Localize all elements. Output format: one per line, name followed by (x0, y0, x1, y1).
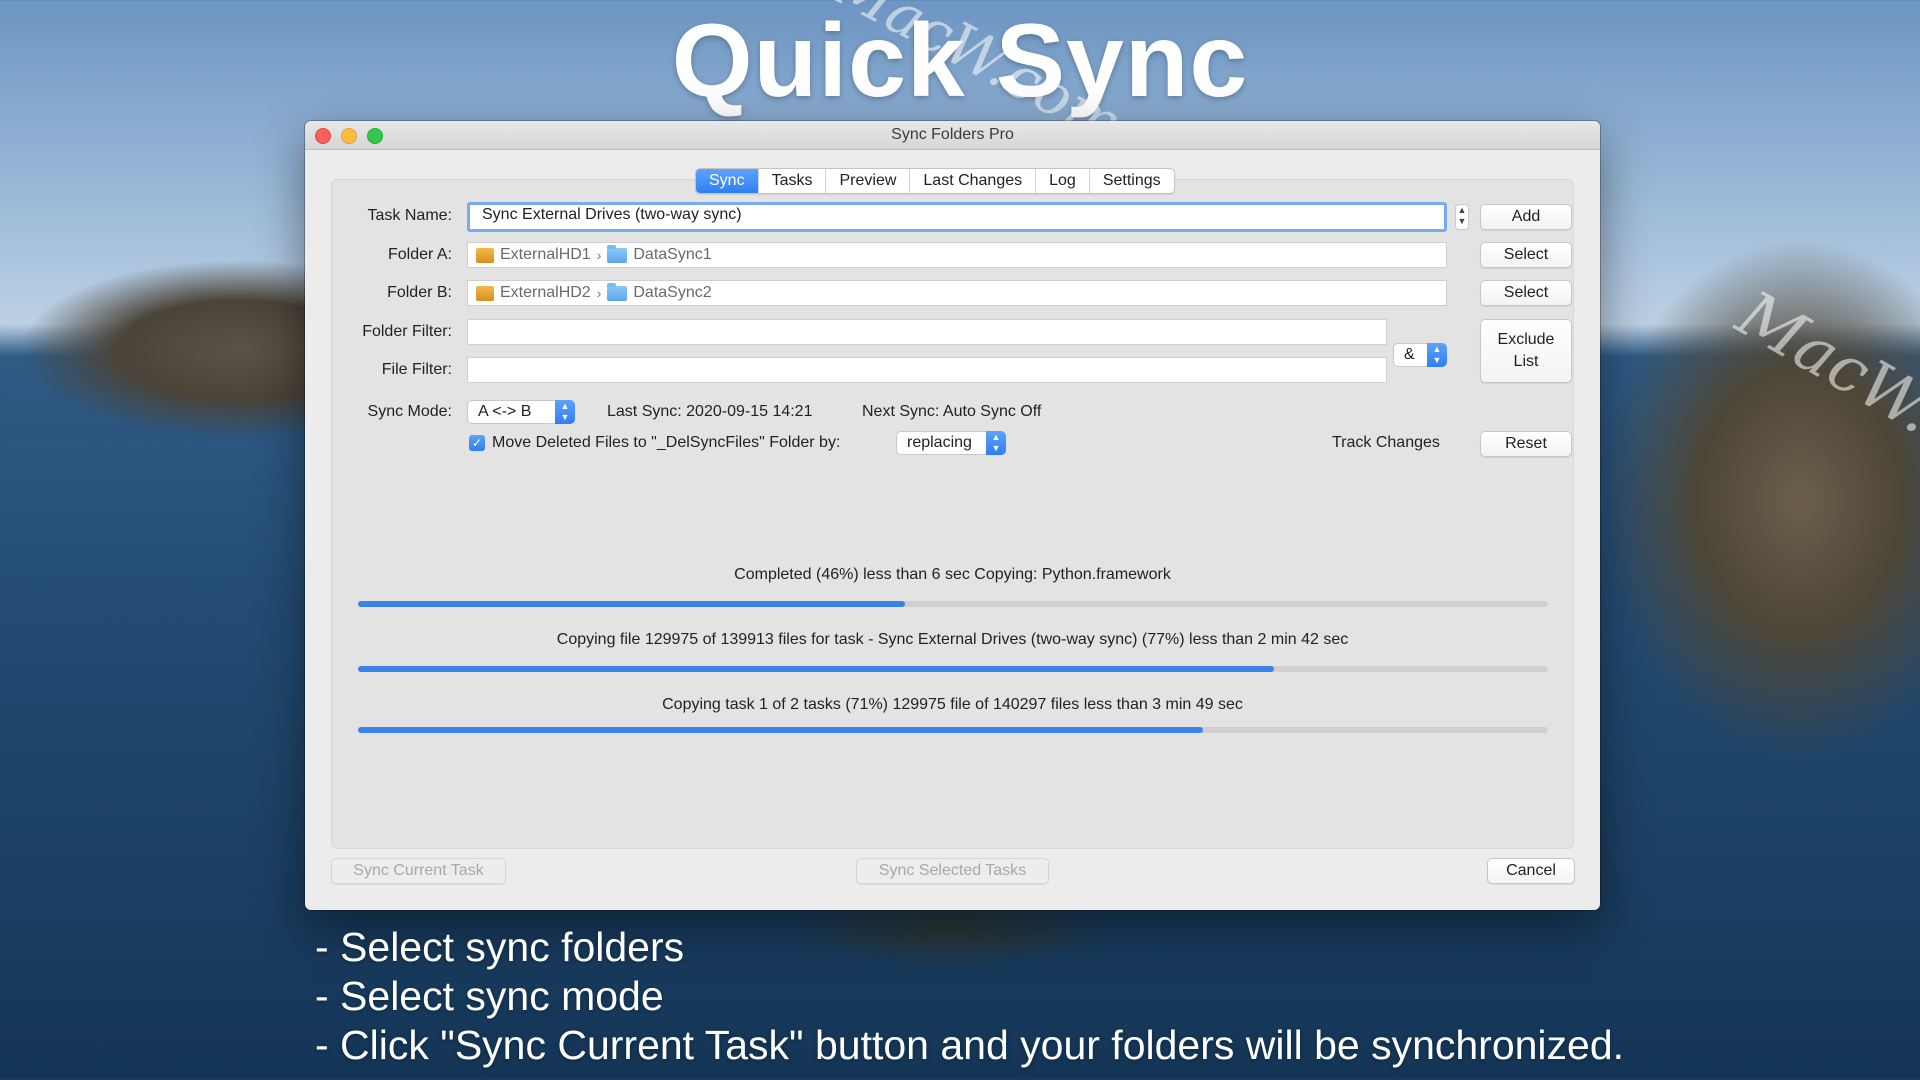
exclude-list-line2: List (1513, 353, 1539, 370)
move-deleted-label: Move Deleted Files to "_DelSyncFiles" Fo… (492, 434, 841, 451)
folder-icon (607, 244, 628, 263)
sync-mode-label: Sync Mode: (367, 403, 452, 420)
select-folder-a-button[interactable]: Select (1480, 242, 1572, 268)
task-name-value: Sync External Drives (two-way sync) (482, 206, 742, 223)
caption-line: - Select sync mode (315, 973, 664, 1019)
folder-b-folder: DataSync2 (633, 284, 712, 301)
progress-fill (358, 727, 1203, 733)
select-folder-b-button[interactable]: Select (1480, 280, 1572, 306)
reset-button[interactable]: Reset (1480, 431, 1572, 457)
title-bar[interactable]: Sync Folders Pro (305, 121, 1600, 150)
app-window: Sync Folders Pro Task Name: Sync Externa… (305, 121, 1600, 910)
folder-filter-input[interactable] (467, 319, 1387, 345)
filter-operator-select[interactable]: & ▲ ▼ (1393, 343, 1447, 367)
watermark: MacW.com (1724, 277, 1920, 517)
exclude-list-line1: Exclude (1497, 331, 1555, 348)
filter-operator-value: & (1404, 346, 1415, 363)
folder-a-folder: DataSync1 (633, 246, 712, 263)
folder-b-drive: ExternalHD2 (500, 284, 591, 301)
folder-a-drive: ExternalHD1 (500, 246, 591, 263)
tab-bar: Sync Tasks Preview Last Changes Log Settings (695, 168, 1175, 194)
progress-fill (358, 666, 1275, 672)
move-deleted-mode-value: replacing (907, 434, 972, 451)
task-name-label: Task Name: (367, 207, 452, 224)
folder-b-path[interactable]: ExternalHD2 › DataSync2 (467, 280, 1447, 306)
chevron-updown-icon: ▲ ▼ (986, 431, 1006, 455)
progress-bar (358, 666, 1548, 672)
progress-bar (358, 727, 1548, 733)
promo-title: Quick Sync (671, 3, 1249, 119)
caption-line: - Select sync folders (315, 924, 685, 970)
tab-sync[interactable]: Sync (696, 169, 759, 193)
progress-fill (358, 601, 906, 607)
progress-label: Completed (46%) less than 6 sec Copying:… (734, 566, 1171, 583)
task-name-input[interactable]: Sync External Drives (two-way sync) (467, 202, 1447, 232)
folder-a-path[interactable]: ExternalHD1 › DataSync1 (467, 242, 1447, 268)
path-separator-icon: › (596, 247, 602, 263)
sync-selected-tasks-button[interactable]: Sync Selected Tasks (856, 858, 1049, 884)
move-deleted-mode-select[interactable]: replacing ▲ ▼ (896, 431, 1006, 455)
cancel-button[interactable]: Cancel (1487, 858, 1575, 884)
add-button[interactable]: Add (1480, 204, 1572, 230)
tab-preview[interactable]: Preview (826, 169, 911, 193)
progress-label: Copying file 129975 of 139913 files for … (556, 631, 1349, 648)
folder-a-label: Folder A: (387, 246, 452, 263)
exclude-list-button[interactable]: Exclude List (1480, 319, 1572, 383)
last-sync-text: Last Sync: 2020-09-15 14:21 (607, 403, 813, 420)
external-drive-icon (476, 247, 494, 263)
tab-log[interactable]: Log (1036, 169, 1090, 193)
sync-mode-value: A <-> B (478, 403, 532, 420)
folder-icon (607, 282, 628, 301)
track-changes-label: Track Changes (1332, 434, 1440, 451)
sync-mode-select[interactable]: A <-> B ▲ ▼ (467, 400, 575, 424)
tab-tasks[interactable]: Tasks (759, 169, 827, 193)
folder-b-label: Folder B: (387, 284, 452, 301)
file-filter-input[interactable] (467, 357, 1387, 383)
chevron-updown-icon: ▲ ▼ (1427, 343, 1447, 367)
chevron-updown-icon: ▲ ▼ (555, 400, 575, 424)
progress-bar (358, 601, 1548, 607)
task-stepper[interactable]: ▲ ▼ (1455, 204, 1469, 230)
caption-line: - Click "Sync Current Task" button and y… (315, 1022, 1625, 1068)
next-sync-text: Next Sync: Auto Sync Off (862, 403, 1042, 420)
external-drive-icon (476, 285, 494, 301)
tab-last-changes[interactable]: Last Changes (910, 169, 1037, 193)
progress-label: Copying task 1 of 2 tasks (71%) 129975 f… (662, 696, 1243, 713)
sync-current-task-button[interactable]: Sync Current Task (331, 858, 506, 884)
window-title: Sync Folders Pro (891, 126, 1014, 143)
sync-panel: Task Name: Sync External Drives (two-way… (331, 179, 1574, 849)
folder-filter-label: Folder Filter: (362, 323, 452, 340)
move-deleted-checkbox[interactable]: ✓ (469, 435, 485, 451)
file-filter-label: File Filter: (381, 361, 452, 378)
path-separator-icon: › (596, 285, 602, 301)
tab-settings[interactable]: Settings (1090, 169, 1174, 193)
